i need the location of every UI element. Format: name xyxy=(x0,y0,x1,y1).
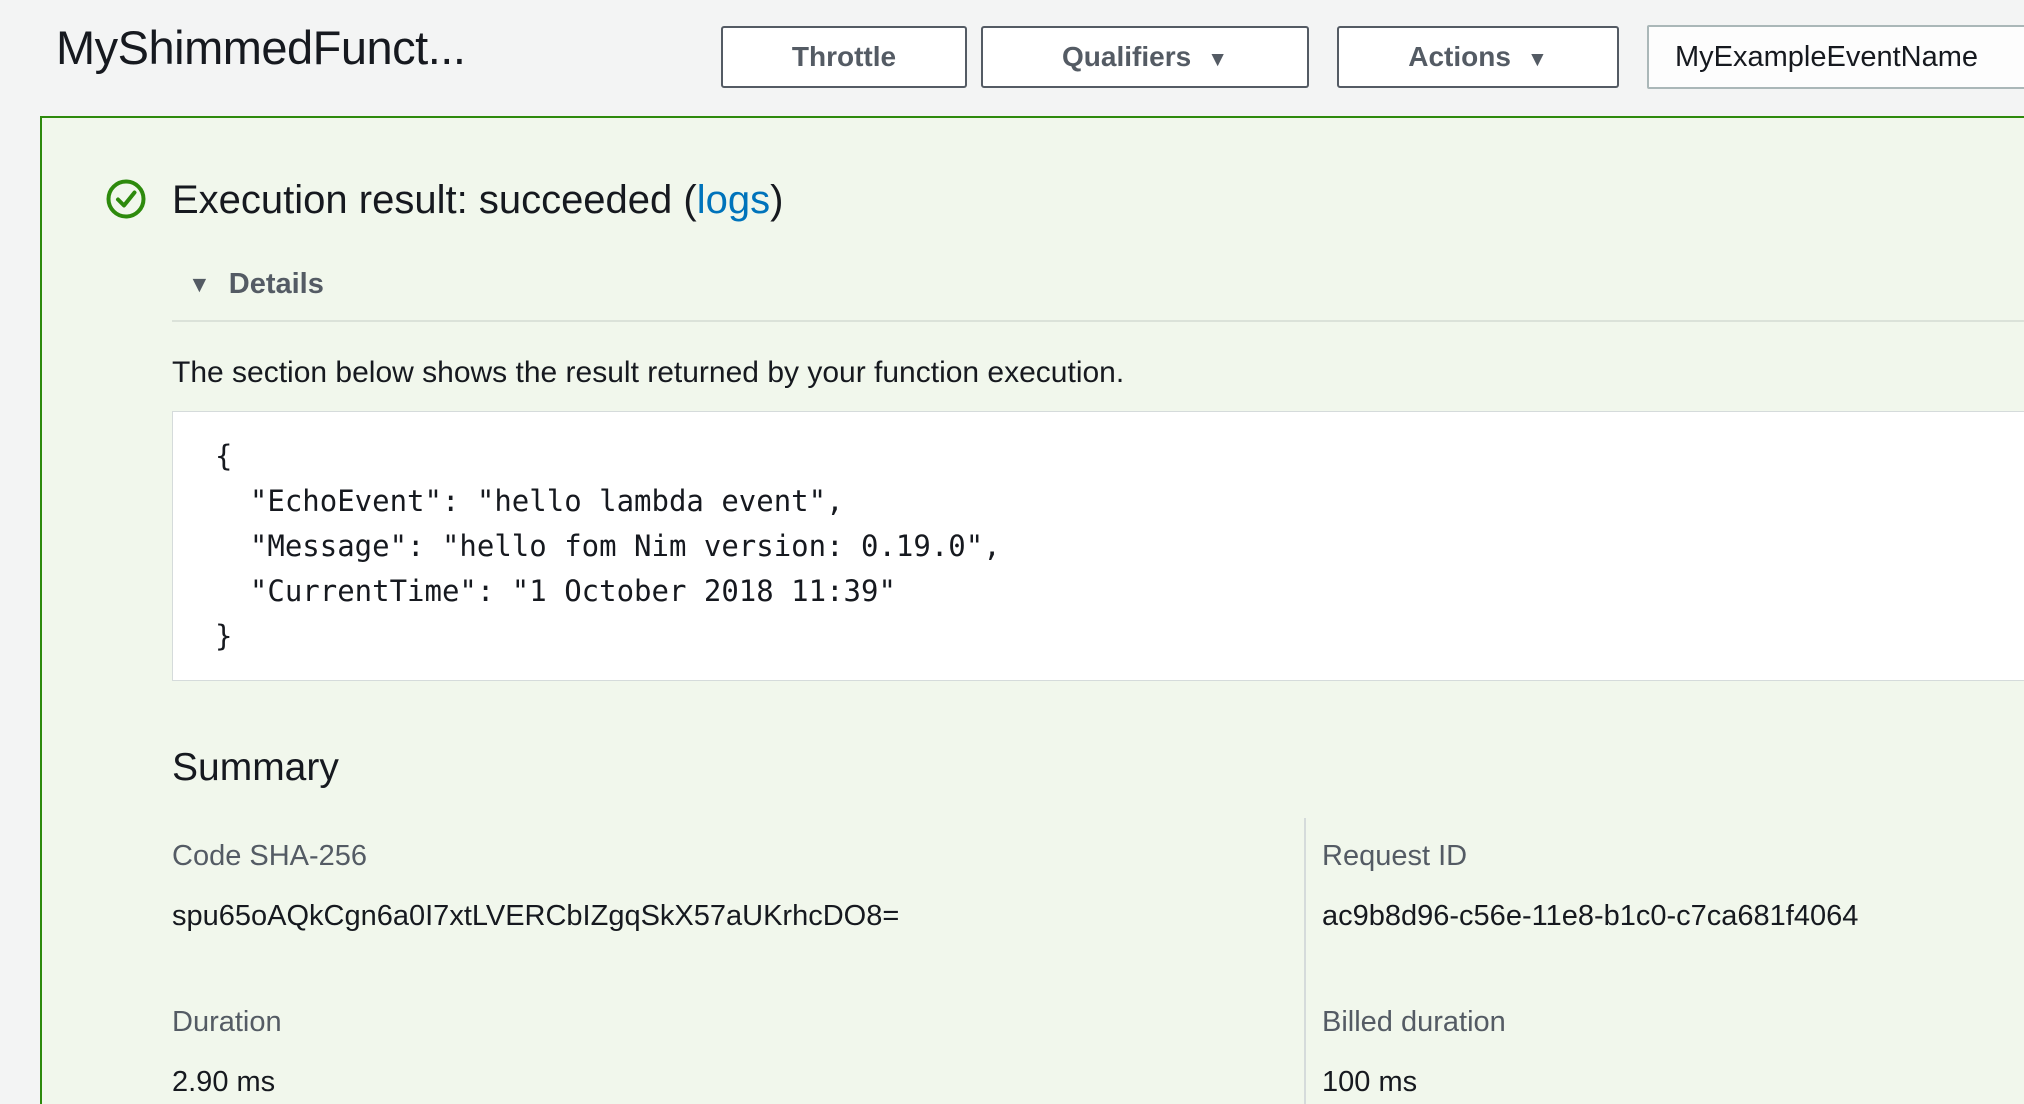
code-sha-label: Code SHA-256 xyxy=(172,840,367,873)
execution-result-text-suffix: ) xyxy=(770,178,783,222)
triangle-down-icon: ▼ xyxy=(188,273,211,296)
chevron-down-icon: ▼ xyxy=(1527,49,1548,70)
duration-label: Duration xyxy=(172,1006,282,1039)
details-expander-label: Details xyxy=(229,268,324,301)
execution-result-output-box: { "EchoEvent": "hello lambda event", "Me… xyxy=(172,411,2024,681)
actions-button-label: Actions xyxy=(1408,41,1511,73)
test-event-select[interactable]: MyExampleEventName xyxy=(1647,25,2024,89)
logs-link[interactable]: logs xyxy=(697,178,770,222)
summary-column-divider xyxy=(1304,818,1306,1104)
request-id-label: Request ID xyxy=(1322,840,1467,873)
billed-duration-value: 100 ms xyxy=(1322,1066,1417,1099)
billed-duration-label: Billed duration xyxy=(1322,1006,1506,1039)
throttle-button[interactable]: Throttle xyxy=(721,26,967,88)
success-check-circle-icon xyxy=(105,178,147,220)
duration-value: 2.90 ms xyxy=(172,1066,275,1099)
lambda-console-screen: MyShimmedFunct... Throttle Qualifiers ▼ … xyxy=(0,0,2024,1104)
qualifiers-dropdown-button[interactable]: Qualifiers ▼ xyxy=(981,26,1309,88)
request-id-value: ac9b8d96-c56e-11e8-b1c0-c7ca681f4064 xyxy=(1322,900,1858,933)
throttle-button-label: Throttle xyxy=(792,41,896,73)
test-event-selected-value: MyExampleEventName xyxy=(1675,41,1978,74)
function-name-title: MyShimmedFunct... xyxy=(56,20,465,75)
execution-result-panel: Execution result: succeeded (logs) ▼ Det… xyxy=(40,116,2024,1104)
details-divider xyxy=(172,320,2024,322)
chevron-down-icon: ▼ xyxy=(1207,49,1228,70)
execution-result-json: { "EchoEvent": "hello lambda event", "Me… xyxy=(215,434,1983,659)
execution-result-text: Execution result: succeeded ( xyxy=(172,178,697,222)
qualifiers-button-label: Qualifiers xyxy=(1062,41,1191,73)
result-description: The section below shows the result retur… xyxy=(172,356,1124,390)
summary-heading: Summary xyxy=(172,746,339,790)
details-expander[interactable]: ▼ Details xyxy=(188,268,324,301)
execution-result-heading: Execution result: succeeded (logs) xyxy=(172,178,783,223)
code-sha-value: spu65oAQkCgn6a0I7xtLVERCbIZgqSkX57aUKrhc… xyxy=(172,900,899,933)
actions-dropdown-button[interactable]: Actions ▼ xyxy=(1337,26,1619,88)
